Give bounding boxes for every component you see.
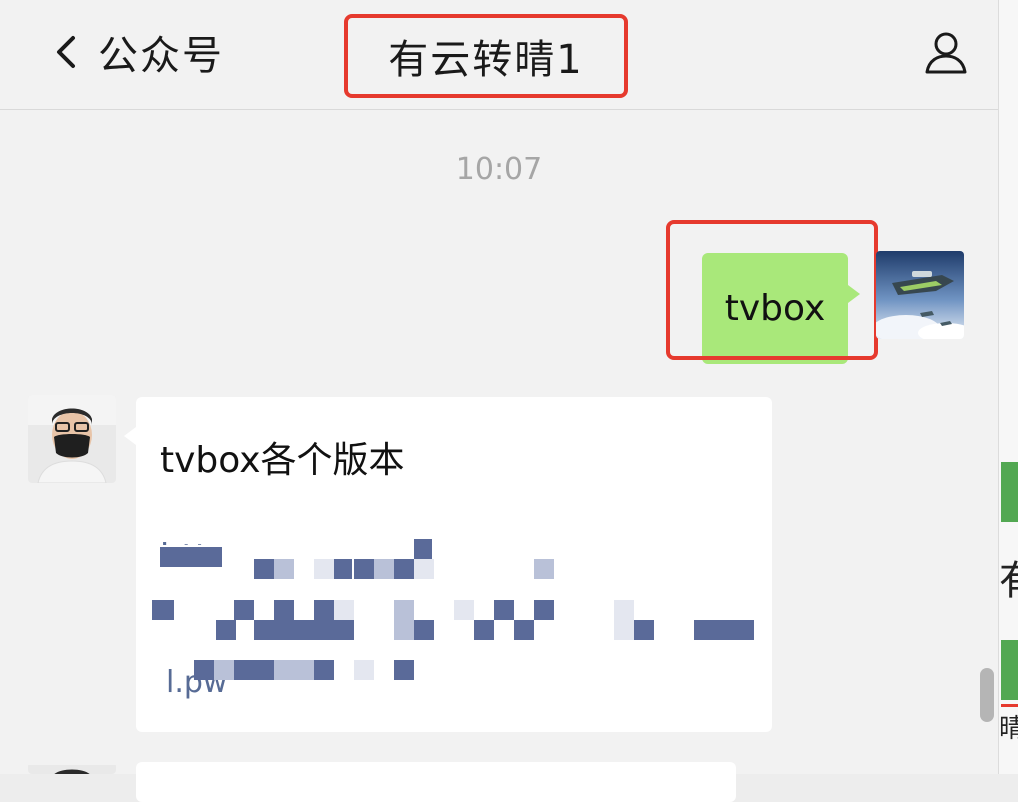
message-timestamp: 10:07 <box>455 152 543 187</box>
background-char: 晴 <box>999 708 1018 745</box>
title-highlight-box: 有云转晴1 <box>344 14 628 98</box>
back-label: 公众号 <box>98 33 224 79</box>
avatar-image <box>876 251 964 339</box>
red-line <box>1001 704 1018 707</box>
chat-window: 公众号 有云转晴1 10:07 tvbox tvbox各个版本 htt l.pw <box>0 0 998 802</box>
received-message-bubble[interactable]: tvbox各个版本 htt l.pw <box>124 397 772 732</box>
background-char: 有 <box>999 548 1018 606</box>
back-button[interactable]: 公众号 <box>50 24 224 80</box>
next-sender-avatar[interactable] <box>28 762 116 774</box>
next-message-bubble[interactable] <box>136 762 736 802</box>
avatar-image <box>28 395 116 483</box>
message-link-top[interactable]: htt <box>160 537 208 577</box>
sender-avatar[interactable] <box>28 395 116 483</box>
profile-button[interactable] <box>922 28 970 76</box>
chat-title: 有云转晴1 <box>388 37 584 83</box>
avatar-image <box>28 765 116 774</box>
message-link-bottom[interactable]: l.pw <box>166 665 227 700</box>
sent-message-bubble[interactable]: tvbox <box>702 253 860 364</box>
my-avatar[interactable] <box>876 251 964 339</box>
sent-message-text: tvbox <box>724 288 826 329</box>
received-message-title: tvbox各个版本 <box>160 440 405 481</box>
chevron-left-icon <box>50 30 82 74</box>
background-window-edge: 有 晴 <box>998 0 1018 774</box>
person-icon <box>925 32 967 74</box>
green-tile <box>1001 640 1018 700</box>
green-tile <box>1001 462 1018 522</box>
scrollbar-thumb[interactable] <box>980 668 994 722</box>
chat-header: 公众号 有云转晴1 <box>0 0 998 110</box>
